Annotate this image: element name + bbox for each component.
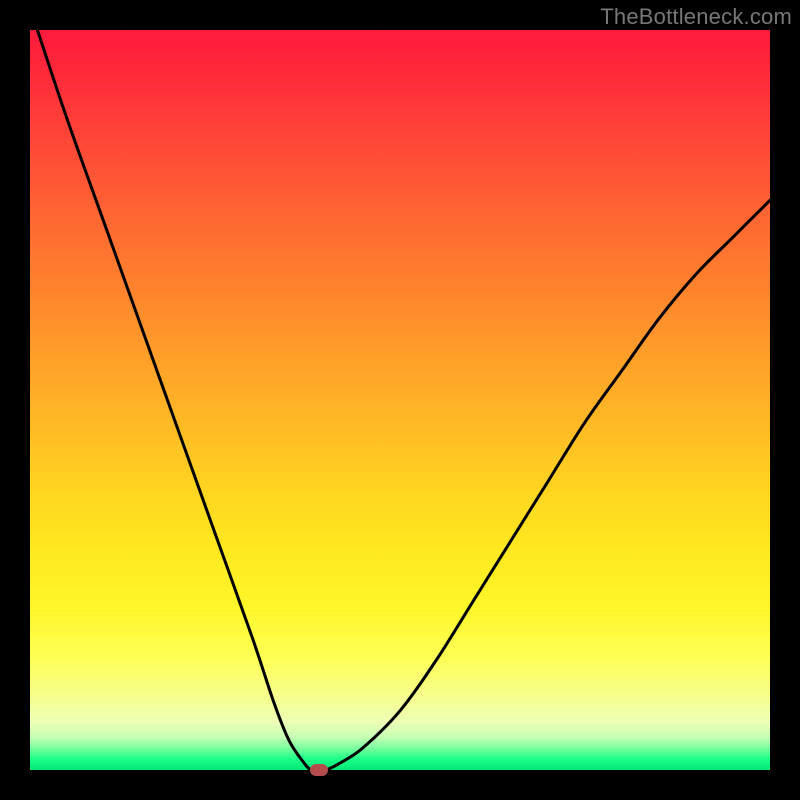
plot-area (30, 30, 770, 770)
chart-frame: TheBottleneck.com (0, 0, 800, 800)
watermark-text: TheBottleneck.com (600, 4, 792, 30)
optimal-point-marker (310, 764, 328, 776)
bottleneck-curve (30, 30, 770, 770)
